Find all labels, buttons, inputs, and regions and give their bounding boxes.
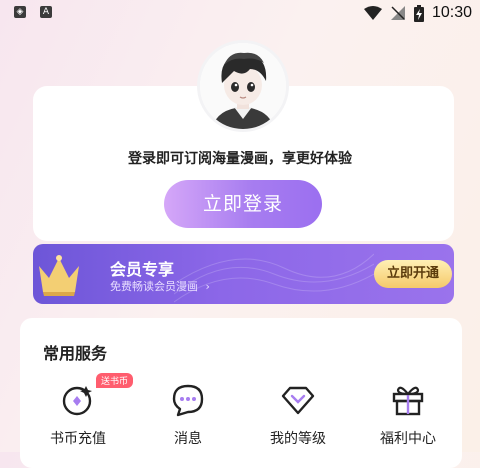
avatar[interactable] [200, 43, 286, 129]
coin-icon [62, 386, 92, 416]
app-notification-icon: A [40, 6, 52, 18]
status-time: 10:30 [431, 4, 472, 21]
login-button[interactable]: 立即登录 [164, 180, 322, 228]
crown-icon [39, 255, 79, 296]
chevron-right-icon: › [205, 280, 210, 293]
battery-charging-icon [413, 4, 424, 22]
service-welfare-center[interactable]: 福利中心 [368, 382, 448, 448]
vip-banner[interactable]: 会员专享 免费畅读会员漫画 › 立即开通 [33, 244, 454, 304]
service-label: 书币充值 [50, 431, 106, 447]
vip-open-button[interactable]: 立即开通 [374, 260, 452, 288]
service-label: 福利中心 [380, 431, 436, 447]
vip-subtitle: 免费畅读会员漫画 › [110, 280, 210, 293]
wifi-icon [363, 5, 382, 20]
vip-title: 会员专享 [110, 260, 175, 279]
status-bar: ◈ A 10:30 [0, 0, 480, 26]
service-coin-recharge[interactable]: 书币充值 [38, 382, 118, 448]
shield-notification-icon: ◈ [14, 6, 26, 18]
message-icon [172, 384, 204, 417]
wave-decoration [174, 253, 374, 303]
services-card: 常用服务 书币充值 送书币 消息 我的等级 福利中心 [20, 318, 462, 468]
service-message[interactable]: 消息 [148, 382, 228, 448]
avatar-image [200, 43, 286, 129]
gift-icon [392, 386, 424, 416]
diamond-icon [281, 386, 315, 415]
service-label: 我的等级 [270, 431, 326, 447]
services-title: 常用服务 [43, 344, 108, 363]
no-signal-icon [390, 6, 405, 20]
service-label: 消息 [174, 431, 202, 447]
promo-badge: 送书币 [96, 373, 134, 388]
login-tip-text: 登录即可订阅海量漫画，享更好体验 [128, 151, 352, 167]
service-my-level[interactable]: 我的等级 [258, 382, 338, 448]
